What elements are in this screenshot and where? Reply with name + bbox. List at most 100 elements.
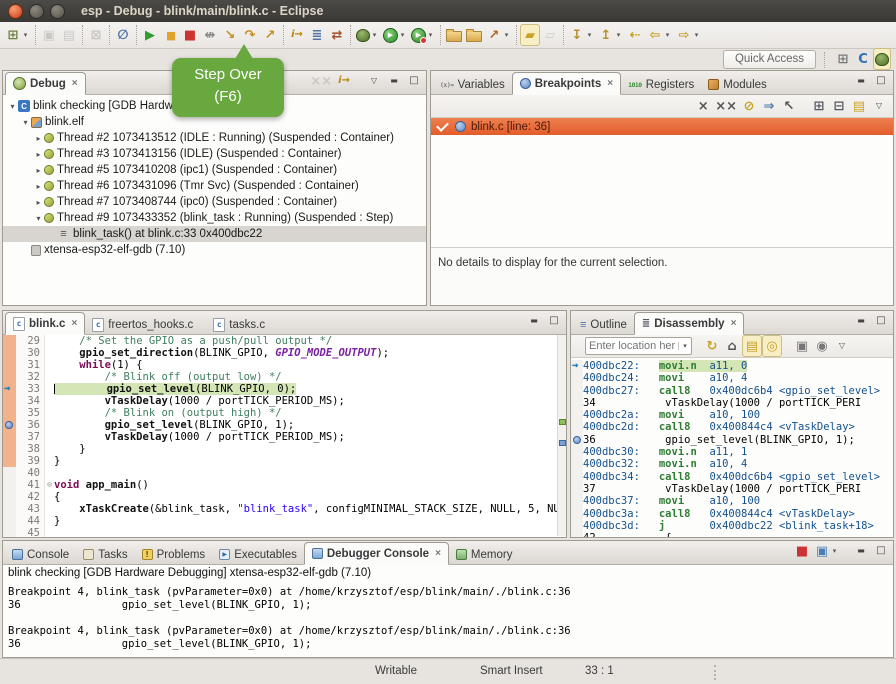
annotation-ruler[interactable]: [3, 443, 16, 455]
quick-access-button[interactable]: Quick Access: [723, 50, 816, 69]
disassembly-line[interactable]: 34 vTaskDelay(1000 / portTICK_PERI: [571, 397, 893, 409]
debug-tree-row[interactable]: ▾Thread #9 1073433352 (blink_task : Runn…: [3, 210, 426, 226]
tree-expander-icon[interactable]: ▾: [7, 102, 18, 111]
tree-expander-icon[interactable]: ▸: [33, 166, 44, 175]
code-line[interactable]: 29 /* Set the GPIO as a push/pull output…: [3, 335, 566, 347]
minimize-button[interactable]: ▬: [851, 70, 871, 92]
disassembly-line[interactable]: 400dbc32: movi.n a10, 4: [571, 458, 893, 470]
annotation-ruler[interactable]: [3, 359, 16, 371]
tab-blink-c-close-icon[interactable]: [71, 318, 77, 329]
view-menu-button[interactable]: ▽: [832, 335, 852, 357]
code-line[interactable]: 44}: [3, 515, 566, 527]
group-breakpoints-button[interactable]: ▤: [849, 95, 869, 117]
code-line[interactable]: 37 vTaskDelay(1000 / portTICK_PERIOD_MS)…: [3, 431, 566, 443]
tab-tasks[interactable]: Tasks: [76, 544, 134, 565]
annotation-ruler[interactable]: [3, 527, 16, 537]
debug-sourcelookup-button[interactable]: ⇄: [327, 24, 347, 46]
launch-dropdown-icon[interactable]: ▾: [502, 31, 511, 39]
step-return-button[interactable]: ↗: [260, 24, 280, 46]
tab-debugger-console-close-icon[interactable]: [435, 548, 441, 559]
external-tools-button[interactable]: ▶▾: [409, 24, 437, 46]
disassembly-line[interactable]: 400dbc2d: call8 0x400844c4 <vTaskDelay>: [571, 421, 893, 433]
next-annotation-dropdown-icon[interactable]: ▾: [585, 31, 594, 39]
run-dropdown-icon[interactable]: ▾: [398, 31, 407, 39]
tree-expander-icon[interactable]: ▸: [33, 150, 44, 159]
refresh-button[interactable]: ↻: [702, 335, 722, 357]
annotation-ruler[interactable]: [3, 455, 16, 467]
step-over-button[interactable]: ↷: [240, 24, 260, 46]
window-maximize-button[interactable]: [50, 4, 65, 19]
tab-outline[interactable]: Outline: [573, 314, 634, 335]
disassembly-line[interactable]: 400dbc24: movi a10, 4: [571, 372, 893, 384]
tree-expander-icon[interactable]: ▾: [20, 118, 31, 127]
terminate-console-button[interactable]: ■: [792, 540, 812, 562]
debug-tree-row[interactable]: ▸Thread #2 1073413512 (IDLE : Running) (…: [3, 130, 426, 146]
goto-breakpoint-file-button[interactable]: ⇒: [759, 95, 779, 117]
disassembly-line[interactable]: 37 vTaskDelay(1000 / portTICK_PERI: [571, 483, 893, 495]
tab-registers[interactable]: Registers: [621, 74, 701, 95]
link-with-debug-button[interactable]: ↖: [779, 95, 799, 117]
debug-tree-row[interactable]: xtensa-esp32-elf-gdb (7.10): [3, 242, 426, 258]
location-dropdown-icon[interactable]: [678, 342, 691, 350]
track-pc-button[interactable]: ◎: [762, 335, 782, 357]
tab-memory[interactable]: Memory: [449, 544, 520, 565]
tab-disassembly-close-icon[interactable]: [731, 318, 737, 329]
location-input[interactable]: [586, 340, 678, 352]
show-source-button[interactable]: ▤: [742, 335, 762, 357]
disconnect-button[interactable]: ↮: [200, 24, 220, 46]
display-console-dropdown-icon[interactable]: ▾: [830, 547, 839, 555]
tab-executables[interactable]: Executables: [212, 544, 304, 565]
annotation-ruler[interactable]: [3, 431, 16, 443]
debug-button[interactable]: ▾: [354, 24, 381, 46]
window-close-button[interactable]: [8, 4, 23, 19]
expand-all-button[interactable]: ⊞: [809, 95, 829, 117]
debug-tree-row[interactable]: ▸Thread #3 1073413156 (IDLE) (Suspended …: [3, 146, 426, 162]
last-edit-location-button[interactable]: ⇠: [625, 24, 645, 46]
forward-dropdown-icon[interactable]: ▾: [692, 31, 701, 39]
disassembly-line[interactable]: 400dbc2a: movi a10, 100: [571, 409, 893, 421]
tab-tasks-c[interactable]: tasks.c: [206, 314, 272, 335]
disassembly-line[interactable]: 400dbc30: movi.n a11, 1: [571, 446, 893, 458]
annotation-ruler[interactable]: [3, 347, 16, 359]
minimize-button[interactable]: ▬: [384, 70, 404, 92]
previous-annotation-dropdown-icon[interactable]: ▾: [614, 31, 623, 39]
annotation-ruler[interactable]: [3, 491, 16, 503]
maximize-button[interactable]: □: [544, 310, 564, 332]
open-perspective-button[interactable]: ⊞: [833, 48, 853, 70]
tab-blink-c[interactable]: blink.c: [5, 312, 85, 335]
overview-ruler[interactable]: [557, 335, 566, 536]
tab-freertos-hooks-c[interactable]: freertos_hooks.c: [85, 314, 200, 335]
code-line[interactable]: 36 gpio_set_level(BLINK_GPIO, 1);: [3, 419, 566, 431]
annotation-ruler[interactable]: [3, 467, 16, 479]
window-minimize-button[interactable]: [29, 4, 44, 19]
external-tools-dropdown-icon[interactable]: ▾: [426, 31, 435, 39]
annotation-ruler[interactable]: [3, 395, 16, 407]
tree-expander-icon[interactable]: ▸: [33, 198, 44, 207]
instruction-stepping-button[interactable]: i→: [334, 70, 354, 92]
tree-expander-icon[interactable]: ▾: [33, 214, 44, 223]
tab-debug[interactable]: Debug: [5, 72, 86, 95]
cpp-perspective-button[interactable]: C: [853, 48, 873, 70]
code-line[interactable]: 42{: [3, 491, 566, 503]
breakpoint-row[interactable]: blink.c [line: 36]: [431, 118, 893, 135]
debug-tree[interactable]: ▾Cblink checking [GDB Hardware Debugging…: [3, 95, 426, 305]
pin-view-button[interactable]: ◉: [812, 335, 832, 357]
debug-perspective-button[interactable]: [873, 48, 891, 70]
disassembly-line[interactable]: →400dbc22: movi.n a11, 0: [571, 360, 893, 372]
code-line[interactable]: 43 xTaskCreate(&blink_task, "blink_task"…: [3, 503, 566, 515]
minimize-button[interactable]: ▬: [851, 310, 871, 332]
mark-occurrences-button[interactable]: ▰: [520, 24, 540, 46]
annotation-ruler[interactable]: [3, 371, 16, 383]
disassembly-line[interactable]: 400dbc27: call8 0x400dc6b4 <gpio_set_lev…: [571, 385, 893, 397]
suspend-button[interactable]: ▮▮: [160, 24, 180, 46]
debug-tree-row[interactable]: ▸Thread #5 1073410208 (ipc1) (Suspended …: [3, 162, 426, 178]
instruction-stepping-button[interactable]: i→: [287, 24, 307, 46]
code-line[interactable]: 41⊖void app_main(): [3, 479, 566, 491]
code-line[interactable]: 39}: [3, 455, 566, 467]
tab-disassembly[interactable]: Disassembly: [634, 312, 745, 335]
disassembly-listing[interactable]: →400dbc22: movi.n a11, 0400dbc24: movi a…: [571, 358, 893, 537]
resume-button[interactable]: ▶: [140, 24, 160, 46]
maximize-button[interactable]: □: [871, 540, 891, 562]
tab-console[interactable]: Console: [5, 544, 76, 565]
tree-expander-icon[interactable]: ▸: [33, 134, 44, 143]
